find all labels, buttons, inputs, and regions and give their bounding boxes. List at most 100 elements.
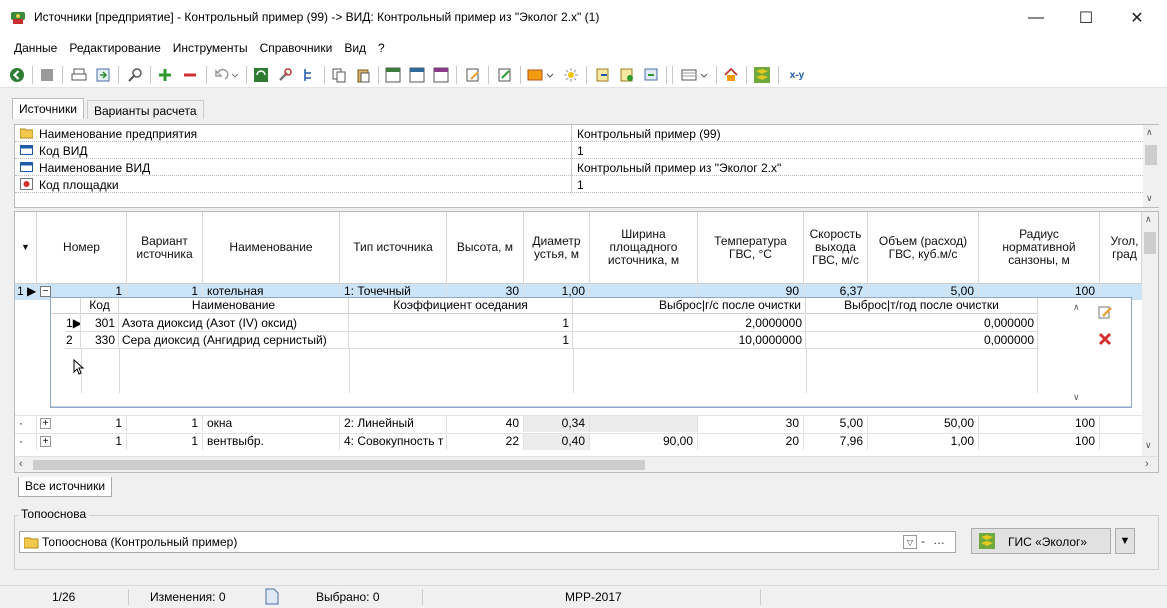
- subcol-header-code[interactable]: Код: [81, 298, 119, 314]
- cell-volume[interactable]: 1,00: [868, 434, 979, 450]
- document-edit-icon[interactable]: [496, 66, 514, 84]
- properties-scrollbar[interactable]: ∧ ∨: [1143, 125, 1159, 207]
- chevron-down-icon[interactable]: ▽: [903, 535, 917, 549]
- collapse-icon[interactable]: −: [40, 286, 51, 297]
- gis-ecolog-button[interactable]: ГИС «Эколог»: [971, 528, 1111, 554]
- subcell-code[interactable]: 330: [81, 332, 119, 349]
- scroll-up-icon[interactable]: ∧: [1146, 127, 1153, 138]
- menu-edit[interactable]: Редактирование: [63, 41, 166, 55]
- delete-emission-icon[interactable]: [1098, 332, 1112, 346]
- cell-radius[interactable]: 100: [979, 434, 1100, 450]
- col-header-angle[interactable]: Угол, град: [1100, 212, 1142, 284]
- menu-data[interactable]: Данные: [8, 41, 63, 55]
- tab-all-sources[interactable]: Все источники: [18, 477, 113, 497]
- cell-diameter[interactable]: 0,40: [524, 434, 590, 450]
- edit-note-icon[interactable]: [464, 66, 482, 84]
- scroll-up-icon[interactable]: ∧: [1145, 214, 1152, 225]
- col-header-name[interactable]: Наименование: [203, 212, 340, 284]
- grid-vertical-scrollbar[interactable]: ∧ ∨: [1142, 212, 1158, 456]
- menu-view[interactable]: Вид: [338, 41, 372, 55]
- subcell-code[interactable]: 301: [81, 315, 119, 332]
- subcell-gs[interactable]: 2,0000000: [573, 315, 806, 332]
- topo-select[interactable]: Топооснова (Контрольный пример) ▽ - …: [19, 531, 956, 553]
- subcell-ty[interactable]: 0,000000: [806, 332, 1038, 349]
- column-chooser-icon[interactable]: ▼: [15, 212, 37, 284]
- col-header-volume[interactable]: Объем (расход) ГВС, куб.м/с: [868, 212, 979, 284]
- cell-temperature[interactable]: 30: [698, 416, 804, 432]
- print-icon[interactable]: [70, 66, 88, 84]
- col-header-height[interactable]: Высота, м: [447, 212, 524, 284]
- subcol-header-name[interactable]: Наименование: [119, 298, 349, 314]
- col-header-width[interactable]: Ширина площадного источника, м: [590, 212, 698, 284]
- table-row[interactable]: · + 1 1 вентвыбр. 4: Совокупность т 22 0…: [15, 433, 1142, 450]
- col-header-variant[interactable]: Вариант источника: [127, 212, 203, 284]
- col-header-diameter[interactable]: Диаметр устья, м: [524, 212, 590, 284]
- menu-help[interactable]: ?: [372, 41, 391, 55]
- col-header-temperature[interactable]: Температура ГВС, °С: [698, 212, 804, 284]
- col-header-radius[interactable]: Радиус нормативной санзоны, м: [979, 212, 1100, 284]
- cell-name[interactable]: вентвыбр.: [203, 434, 340, 450]
- tab-calc-variants[interactable]: Варианты расчета: [87, 100, 204, 119]
- undo-icon[interactable]: [212, 66, 240, 84]
- subcell-ty[interactable]: 0,000000: [806, 315, 1038, 332]
- import-icon[interactable]: [642, 66, 660, 84]
- calc-fbc-icon[interactable]: [408, 66, 426, 84]
- cell-variant[interactable]: 1: [127, 434, 203, 450]
- cell-type[interactable]: 2: Линейный: [340, 416, 447, 432]
- back-icon[interactable]: [8, 66, 26, 84]
- col-header-speed[interactable]: Скорость выхода ГВС, м/с: [804, 212, 868, 284]
- export-icon[interactable]: [94, 66, 112, 84]
- table-row[interactable]: · + 1 1 окна 2: Линейный 40 0,34 30 5,00…: [15, 415, 1142, 432]
- home-icon[interactable]: [722, 66, 740, 84]
- cell-type[interactable]: 4: Совокупность т: [340, 434, 447, 450]
- save-icon[interactable]: [38, 66, 56, 84]
- menu-tools[interactable]: Инструменты: [167, 41, 254, 55]
- col-header-number[interactable]: Номер: [37, 212, 127, 284]
- copy-icon[interactable]: [330, 66, 348, 84]
- open-doc-icon[interactable]: [594, 66, 612, 84]
- scroll-up-icon[interactable]: ∧: [1073, 302, 1080, 313]
- subcell-coefficient[interactable]: 1: [349, 315, 573, 332]
- subcol-header-coefficient[interactable]: Коэффициент оседания: [349, 298, 573, 314]
- property-row[interactable]: Наименование предприятия Контрольный при…: [15, 125, 1143, 142]
- subgrid-scrollbar[interactable]: ∧ ∨: [1071, 300, 1085, 407]
- cell-width[interactable]: [590, 416, 698, 432]
- grid-view-dropdown-icon[interactable]: [680, 66, 710, 84]
- gis-ecolog-icon[interactable]: [752, 66, 772, 84]
- edit-emission-icon[interactable]: [1097, 304, 1113, 320]
- tab-sources[interactable]: Источники: [12, 98, 84, 119]
- report-icon[interactable]: [618, 66, 636, 84]
- scroll-down-icon[interactable]: ∨: [1073, 392, 1080, 403]
- wrench-icon[interactable]: [276, 66, 294, 84]
- close-button[interactable]: ✕: [1114, 0, 1160, 36]
- cell-diameter[interactable]: 0,34: [524, 416, 590, 432]
- property-row[interactable]: Код площадки 1: [15, 176, 1143, 193]
- col-header-type[interactable]: Тип источника: [340, 212, 447, 284]
- property-row[interactable]: Код ВИД 1: [15, 142, 1143, 159]
- remove-icon[interactable]: [181, 66, 199, 84]
- calc-xy-icon[interactable]: [432, 66, 450, 84]
- layers-dropdown-icon[interactable]: [526, 66, 556, 84]
- add-icon[interactable]: [156, 66, 174, 84]
- cell-volume[interactable]: 50,00: [868, 416, 979, 432]
- cell-radius[interactable]: 100: [979, 416, 1100, 432]
- xy-button[interactable]: x-y: [783, 66, 811, 84]
- grid-horizontal-scrollbar[interactable]: ‹ ›: [15, 456, 1158, 472]
- cell-height[interactable]: 22: [447, 434, 524, 450]
- sun-icon[interactable]: [562, 66, 580, 84]
- cell-variant[interactable]: 1: [127, 416, 203, 432]
- search-icon[interactable]: [126, 66, 144, 84]
- refresh-icon[interactable]: [252, 66, 270, 84]
- gis-dropdown-arrow-icon[interactable]: ▼: [1115, 528, 1135, 554]
- scroll-thumb[interactable]: [1144, 232, 1156, 254]
- scroll-thumb[interactable]: [33, 460, 645, 470]
- scroll-down-icon[interactable]: ∨: [1145, 440, 1152, 451]
- tree-icon[interactable]: [300, 66, 318, 84]
- subcell-coefficient[interactable]: 1: [349, 332, 573, 349]
- cell-speed[interactable]: 5,00: [804, 416, 868, 432]
- expand-icon[interactable]: +: [40, 418, 51, 429]
- cell-width[interactable]: 90,00: [590, 434, 698, 450]
- paste-icon[interactable]: [354, 66, 372, 84]
- cell-height[interactable]: 40: [447, 416, 524, 432]
- clear-icon[interactable]: -: [921, 534, 925, 548]
